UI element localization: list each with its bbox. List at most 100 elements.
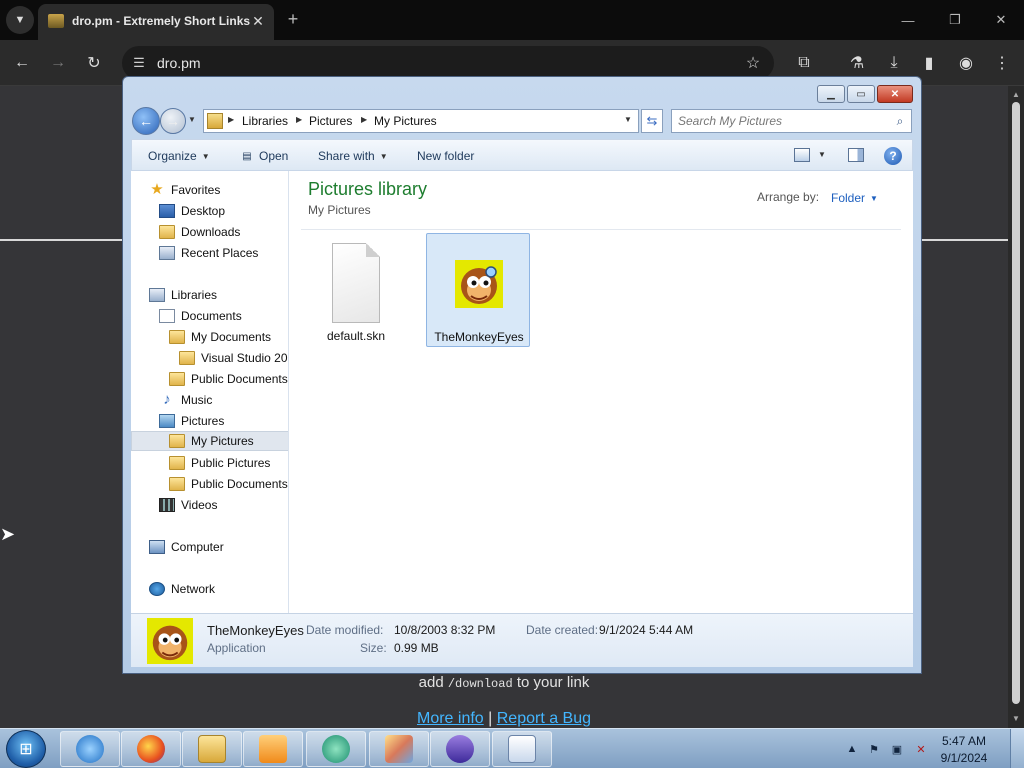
nav-item-recent-places[interactable]: Recent Places [159,243,258,263]
refresh-icon: ⇆ [646,113,658,128]
bookmark-star-icon[interactable]: ☆ [742,52,764,74]
taskbar-chrome-app[interactable] [306,731,366,767]
nav-item-label: Computer [171,540,224,554]
explorer-search-box[interactable]: ⌕ [671,109,912,133]
taskbar-internet-explorer[interactable] [60,731,120,767]
breadcrumb-arrow-icon[interactable]: ▶ [361,115,369,129]
nav-item-libraries[interactable]: Libraries [149,285,217,305]
nav-item-videos[interactable]: Videos [159,495,217,515]
browser-tab-active[interactable]: dro.pm - Extremely Short Links ✕ [38,4,274,40]
show-desktop-button[interactable] [1010,729,1024,768]
breadcrumb-my-pictures[interactable]: My Pictures [374,114,437,130]
explorer-close-button[interactable]: ✕ [877,85,913,103]
volume-muted-icon[interactable]: ✕ [913,741,929,757]
refresh-button[interactable]: ⇆ [641,109,663,133]
new-folder-button[interactable]: New folder [417,148,474,164]
minimize-icon[interactable]: — [896,8,920,32]
taskbar-notepad[interactable] [492,731,552,767]
scroll-down-icon[interactable]: ▼ [1011,714,1021,724]
folder-icon [169,477,185,491]
site-info-icon[interactable]: ☰ [130,54,148,72]
change-view-icon[interactable] [794,148,810,162]
open-label: Open [259,149,289,163]
nav-item-network[interactable]: Network [149,579,215,599]
more-info-link[interactable]: More info [417,710,484,727]
report-bug-link[interactable]: Report a Bug [497,710,591,727]
url-text[interactable]: dro.pm [157,55,657,71]
nav-item-public-documents[interactable]: Public Documents [169,369,288,389]
breadcrumb-libraries[interactable]: Libraries [242,114,288,130]
forward-arrow-icon[interactable]: → [44,49,72,77]
scroll-up-icon[interactable]: ▲ [1011,90,1021,100]
restore-icon[interactable]: ❐ [943,8,967,32]
arrange-by-dropdown[interactable]: Folder ▼ [831,190,891,206]
nav-item-computer[interactable]: Computer [149,537,224,557]
tab-search-button[interactable]: ▼ [6,6,34,34]
back-arrow-icon[interactable]: ← [8,49,36,77]
address-dropdown-icon[interactable]: ▼ [624,115,636,127]
scrollbar-thumb[interactable] [1012,102,1020,704]
mouse-pointer-icon: ➤ [0,524,16,544]
action-center-flag-icon[interactable]: ⚑ [866,741,882,757]
taskbar-media-player[interactable] [243,731,303,767]
nav-item-desktop[interactable]: Desktop [159,201,225,221]
computer-icon [149,540,165,554]
nav-item-my-pictures[interactable]: My Pictures [131,431,288,451]
breadcrumb-arrow-icon[interactable]: ▶ [228,115,236,129]
recent-pages-dropdown-icon[interactable]: ▼ [188,115,198,125]
file-item-themonkeyeyes[interactable]: TheMonkeyEyes [426,233,530,347]
start-button[interactable]: ⊞ [6,730,46,768]
close-window-icon[interactable]: ✕ [989,8,1013,32]
network-tray-icon[interactable]: ▣ [889,741,905,757]
menu-kebab-icon[interactable]: ⋮ [988,49,1016,77]
taskbar-paint[interactable] [369,731,429,767]
show-hidden-icons-icon[interactable]: ▲ [844,741,860,757]
organize-button[interactable]: Organize ▼ [148,148,210,164]
address-bar[interactable]: ☰ dro.pm ☆ [122,46,774,80]
explorer-address-bar[interactable]: ▶ Libraries ▶ Pictures ▶ My Pictures ▼ [203,109,639,133]
share-with-button[interactable]: Share with ▼ [318,148,388,164]
clock-time[interactable]: 5:47 AM [934,734,994,750]
taskbar-explorer[interactable] [182,731,242,767]
help-icon[interactable]: ? [884,147,902,165]
side-panel-icon[interactable]: ▮ [915,49,943,77]
nav-item-music[interactable]: ♪ Music [159,390,212,410]
explorer-forward-button[interactable]: → [160,108,186,134]
nav-item-favorites[interactable]: ★ Favorites [149,180,220,200]
preview-pane-icon[interactable] [848,148,864,162]
download-icon[interactable]: ⤓ [880,49,908,77]
reload-icon[interactable]: ↻ [80,49,108,77]
nav-item-label: Favorites [171,183,221,197]
clock-date[interactable]: 9/1/2024 [934,751,994,767]
file-list-pane[interactable]: Pictures library My Pictures Arrange by:… [289,171,913,613]
nav-item-public-documents-2[interactable]: Public Documents [169,474,288,494]
nav-item-documents[interactable]: Documents [159,306,242,326]
view-options-dropdown-icon[interactable]: ▼ [818,150,828,160]
taskbar-visual-studio[interactable] [430,731,490,767]
nav-item-visual-studio[interactable]: Visual Studio 2010 [179,348,288,368]
extensions-icon[interactable]: ⧉ [790,49,818,77]
explorer-back-button[interactable]: ← [132,107,160,135]
explorer-maximize-button[interactable]: ▭ [847,85,875,103]
new-tab-button[interactable]: + [282,8,304,30]
nav-item-pictures[interactable]: Pictures [159,411,224,431]
explorer-minimize-button[interactable]: ▁ [817,85,845,103]
search-input[interactable] [678,113,886,129]
open-button[interactable]: ▤ Open [240,148,288,164]
nav-item-downloads[interactable]: Downloads [159,222,240,242]
profile-avatar-icon[interactable]: ◉ [952,49,980,77]
nav-item-my-documents[interactable]: My Documents [169,327,271,347]
nav-item-public-pictures[interactable]: Public Pictures [169,453,270,473]
close-tab-icon[interactable]: ✕ [248,11,268,31]
taskbar-firefox[interactable] [121,731,181,767]
file-explorer-window[interactable]: ▁ ▭ ✕ ← → ▼ ▶ Libraries ▶ Pictures ▶ My … [122,76,922,674]
search-icon[interactable]: ⌕ [892,113,908,129]
labs-flask-icon[interactable]: ⚗ [843,49,871,77]
breadcrumb-arrow-icon[interactable]: ▶ [296,115,304,129]
nav-item-label: Recent Places [181,246,259,260]
file-item-default-skn[interactable]: default.skn [304,233,408,347]
notepad-icon [508,735,536,763]
page-scrollbar[interactable]: ▲ ▼ [1008,86,1024,728]
desktop-icon [159,204,175,218]
breadcrumb-pictures[interactable]: Pictures [309,114,352,130]
